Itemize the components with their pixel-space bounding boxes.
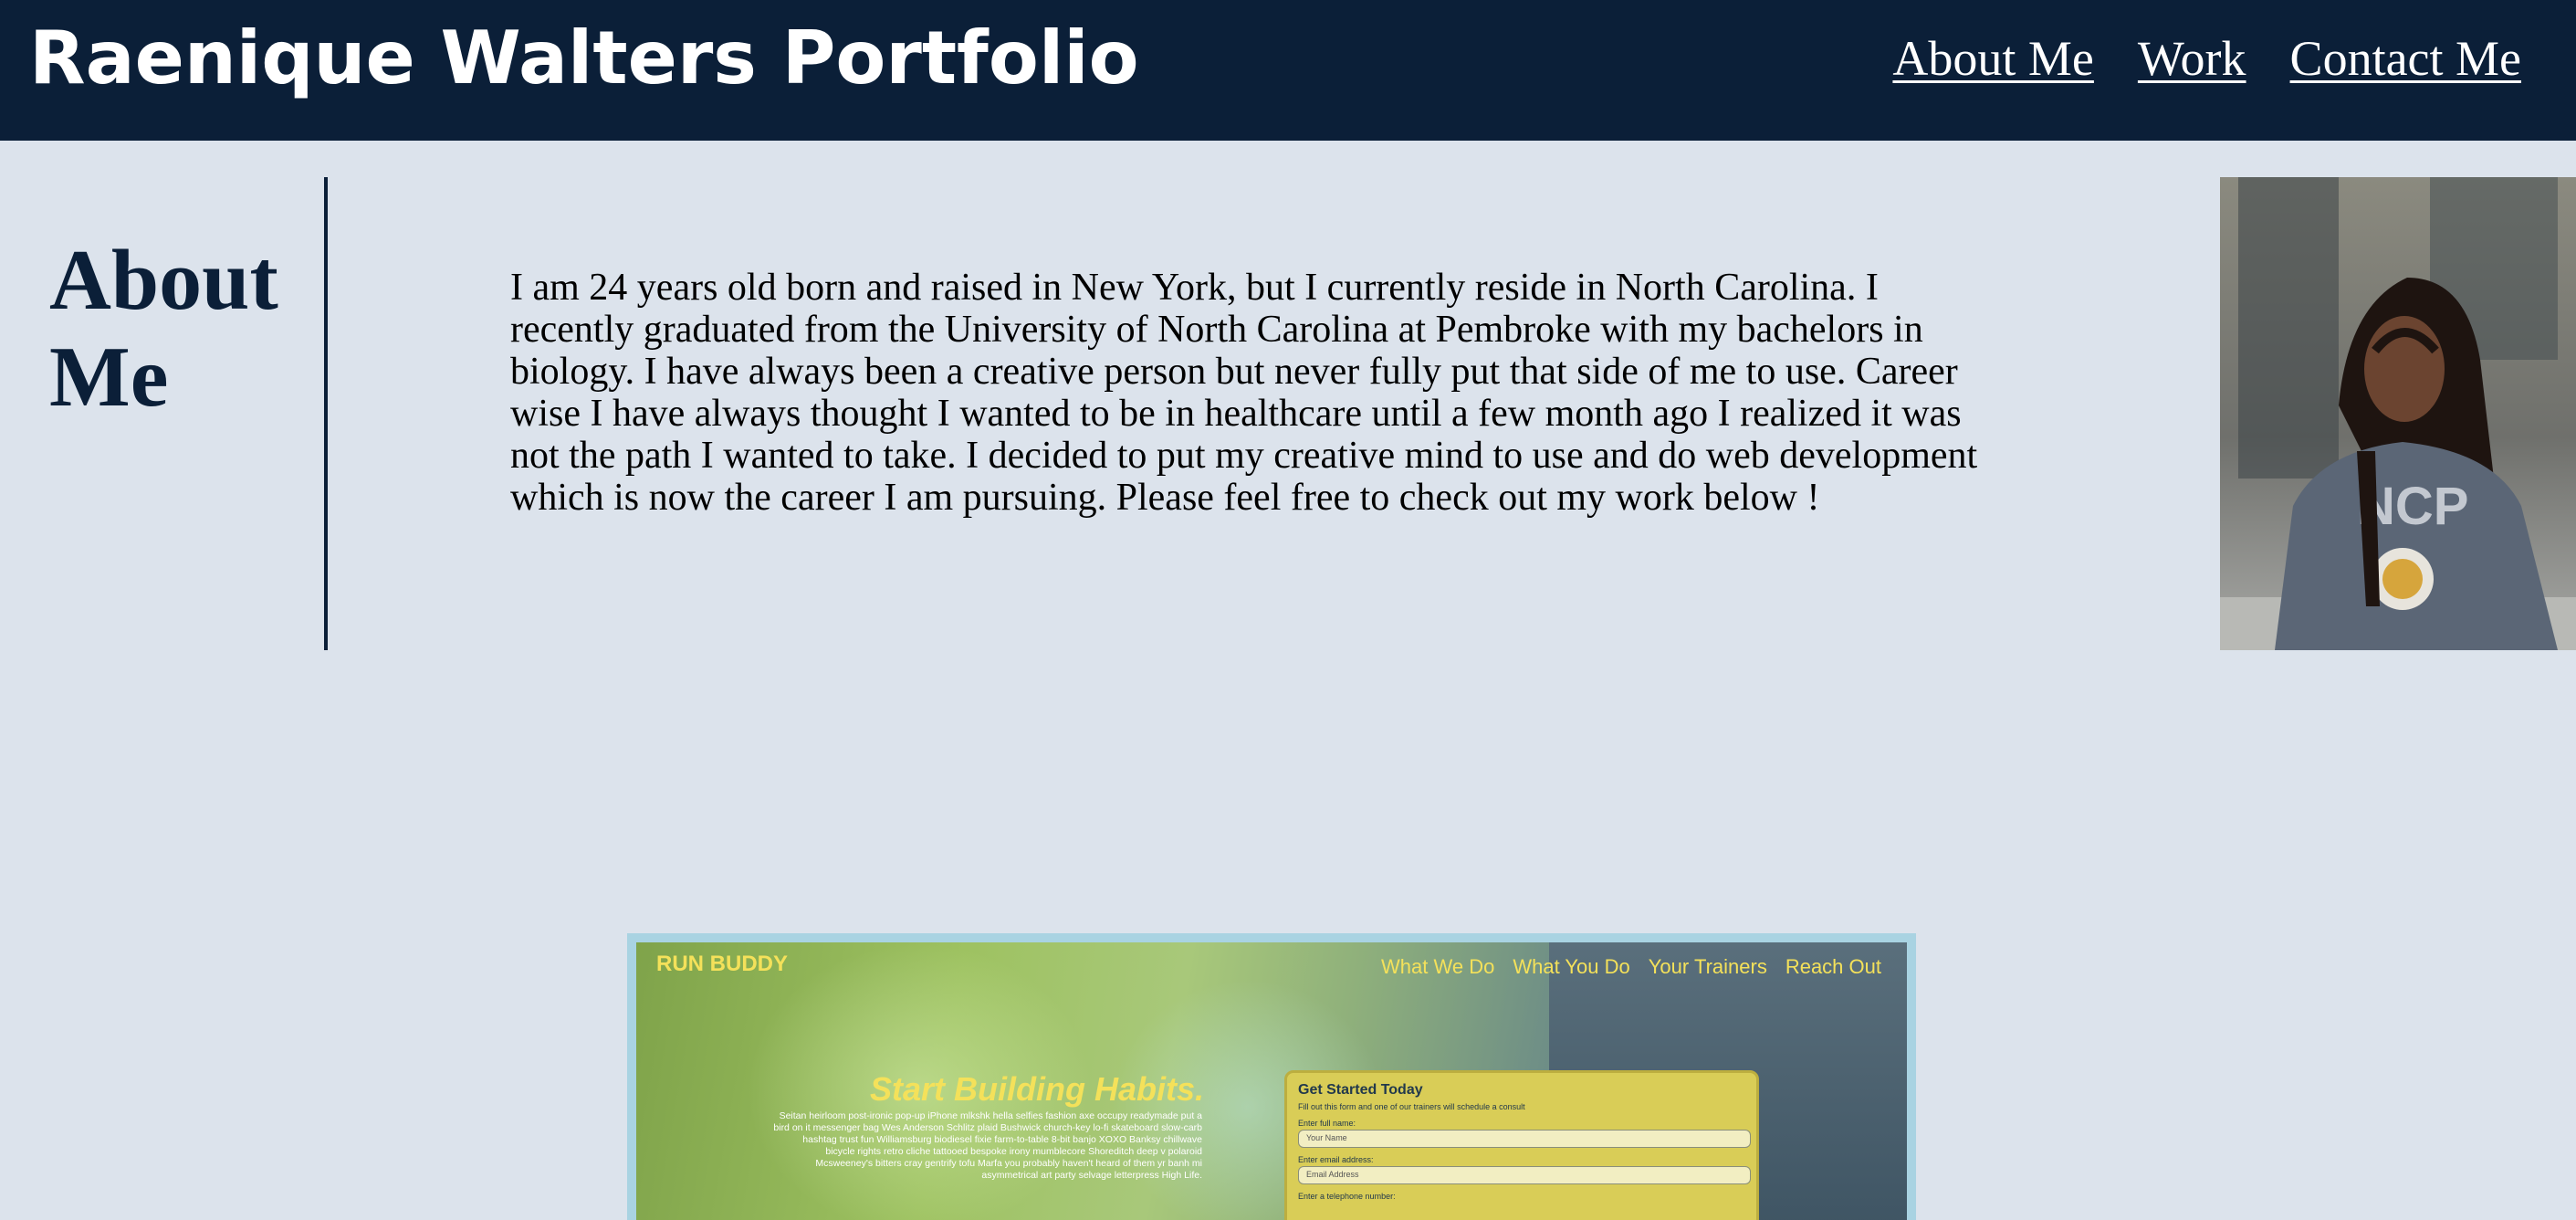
section-divider	[324, 177, 328, 650]
run-buddy-email-input: Email Address	[1298, 1166, 1751, 1184]
about-heading-line2: Me	[49, 330, 169, 425]
run-buddy-nav-item: What We Do	[1381, 955, 1495, 978]
about-paragraph: I am 24 years old born and raised in New…	[510, 267, 1978, 519]
run-buddy-nav: What We Do What You Do Your Trainers Rea…	[1381, 955, 1881, 979]
nav-link-about-me[interactable]: About Me	[1892, 29, 2093, 88]
site-title: Raenique Walters Portfolio	[29, 16, 1139, 100]
nav-link-contact-me[interactable]: Contact Me	[2290, 29, 2521, 88]
run-buddy-name-input: Your Name	[1298, 1130, 1751, 1148]
run-buddy-form: Get Started Today Fill out this form and…	[1284, 1070, 1759, 1220]
run-buddy-brand: RUN BUDDY	[656, 952, 788, 976]
run-buddy-nav-item: What You Do	[1513, 955, 1630, 978]
work-project-card[interactable]: RUN BUDDY What We Do What You Do Your Tr…	[627, 933, 1916, 1220]
run-buddy-body-text: Seitan heirloom post-ironic pop-up iPhon…	[773, 1110, 1202, 1181]
about-heading-line1: About	[49, 233, 278, 328]
run-buddy-email-label: Enter email address:	[1298, 1155, 1374, 1164]
run-buddy-form-title: Get Started Today	[1298, 1082, 1423, 1098]
run-buddy-headline: Start Building Habits.	[869, 1070, 1204, 1108]
main-nav: About Me Work Contact Me	[1892, 29, 2521, 88]
run-buddy-form-subtitle: Fill out this form and one of our traine…	[1298, 1102, 1525, 1111]
profile-photo: NCP	[2220, 177, 2576, 650]
nav-link-work[interactable]: Work	[2138, 29, 2246, 88]
site-header: Raenique Walters Portfolio About Me Work…	[0, 0, 2576, 141]
profile-photo-image: NCP	[2220, 177, 2576, 650]
run-buddy-nav-item: Reach Out	[1785, 955, 1881, 978]
about-heading: About Me	[49, 232, 278, 426]
run-buddy-name-label: Enter full name:	[1298, 1119, 1356, 1128]
run-buddy-phone-label: Enter a telephone number:	[1298, 1192, 1396, 1201]
run-buddy-nav-item: Your Trainers	[1648, 955, 1767, 978]
run-buddy-screenshot[interactable]: RUN BUDDY What We Do What You Do Your Tr…	[636, 942, 1907, 1220]
